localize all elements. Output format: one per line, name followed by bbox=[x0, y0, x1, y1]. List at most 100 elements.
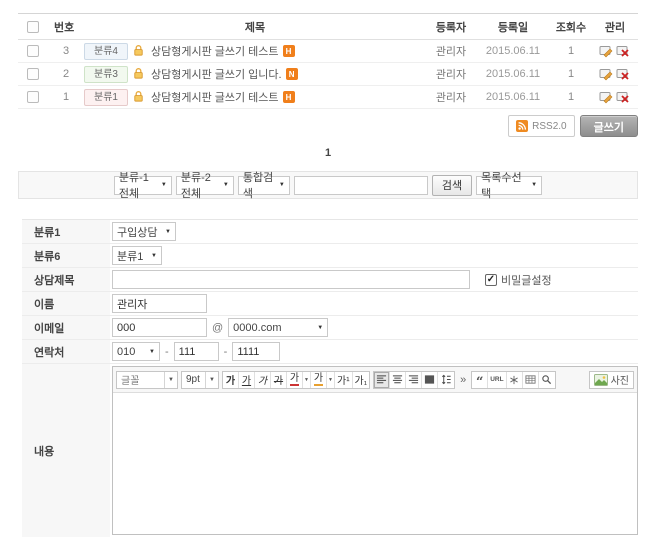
form-row-title: 상담제목 ✓ 비밀글설정 bbox=[22, 268, 638, 292]
align-left-button[interactable] bbox=[374, 372, 390, 388]
line-height-button[interactable] bbox=[438, 372, 454, 388]
header-views: 조회수 bbox=[550, 19, 592, 35]
chevron-down-icon: ▼ bbox=[531, 182, 537, 188]
category1-value: 구입상담 bbox=[117, 224, 157, 240]
category6-select[interactable]: 분류1 ▼ bbox=[112, 246, 162, 265]
list-count-select[interactable]: 목록수선택 ▼ bbox=[476, 176, 542, 195]
row-checkbox[interactable] bbox=[27, 91, 39, 103]
align-justify-button[interactable] bbox=[422, 372, 438, 388]
chevron-down-icon: ▼ bbox=[317, 325, 323, 331]
format-button-group: 가 가 가 가 가 ▼ 가 ▼ 가¹ 가₁ bbox=[222, 371, 370, 389]
rss-button[interactable]: RSS2.0 bbox=[508, 115, 574, 137]
phone-prefix-value: 010 bbox=[117, 346, 135, 358]
name-input[interactable] bbox=[112, 294, 207, 313]
special-char-button[interactable] bbox=[507, 372, 523, 388]
lock-icon bbox=[132, 90, 147, 104]
consult-title-input[interactable] bbox=[112, 270, 470, 289]
table-row: 1 분류1 상담형게시판 글쓰기 테스트 H 관리자 2015.06.11 1 bbox=[18, 86, 638, 109]
select-all-checkbox[interactable] bbox=[27, 21, 39, 33]
url-button[interactable]: URL bbox=[488, 372, 506, 388]
font-color-button[interactable]: 가 bbox=[287, 372, 303, 388]
header-date: 등록일 bbox=[476, 19, 550, 35]
delete-post-icon[interactable] bbox=[616, 44, 631, 58]
asterisk-icon bbox=[509, 375, 519, 385]
filter1-label: 분류-1전체 bbox=[119, 169, 156, 201]
superscript-button[interactable]: 가¹ bbox=[335, 372, 353, 388]
phone-dash: - bbox=[165, 346, 169, 358]
lock-icon bbox=[132, 44, 147, 58]
edit-post-icon[interactable] bbox=[599, 67, 614, 81]
subscript-button[interactable]: 가₁ bbox=[353, 372, 370, 388]
font-family-select[interactable]: 글꼴 ▼ bbox=[116, 371, 178, 389]
category6-value: 분류1 bbox=[117, 248, 143, 264]
chevron-down-icon: ▼ bbox=[205, 372, 218, 388]
editor-content-area[interactable] bbox=[113, 393, 637, 534]
photo-button[interactable]: 사진 bbox=[589, 371, 634, 389]
strikethrough-button[interactable]: 가 bbox=[271, 372, 287, 388]
post-title-link[interactable]: 상담형게시판 글쓰기 테스트 bbox=[151, 43, 279, 59]
phone-prefix-select[interactable]: 010 ▼ bbox=[112, 342, 160, 361]
post-title-link[interactable]: 상담형게시판 글쓰기 입니다. bbox=[151, 66, 282, 82]
table-row: 2 분류3 상담형게시판 글쓰기 입니다. N 관리자 2015.06.11 1 bbox=[18, 63, 638, 86]
underline-button[interactable]: 가 bbox=[239, 372, 255, 388]
post-title-link[interactable]: 상담형게시판 글쓰기 테스트 bbox=[151, 89, 279, 105]
highlight-color-button[interactable]: 가 bbox=[311, 372, 327, 388]
align-button-group bbox=[373, 371, 455, 389]
category-chip[interactable]: 분류3 bbox=[84, 66, 128, 83]
more-tools-button[interactable]: » bbox=[458, 374, 468, 386]
table-row: 3 분류4 상담형게시판 글쓰기 테스트 H 관리자 2015.06.11 1 bbox=[18, 40, 638, 63]
post-number: 1 bbox=[48, 91, 84, 103]
row-checkbox[interactable] bbox=[27, 45, 39, 57]
header-manage: 관리 bbox=[592, 19, 638, 35]
hot-badge-icon: H bbox=[283, 45, 295, 57]
form-row-category1: 분류1 구입상담 ▼ bbox=[22, 220, 638, 244]
align-center-button[interactable] bbox=[390, 372, 406, 388]
search-scope-select[interactable]: 통합검색 ▼ bbox=[238, 176, 290, 195]
font-size-select[interactable]: 9pt ▼ bbox=[181, 371, 219, 389]
search-button[interactable]: 검색 bbox=[432, 175, 472, 196]
bold-button[interactable]: 가 bbox=[223, 372, 239, 388]
table-button[interactable] bbox=[523, 372, 539, 388]
rss-icon bbox=[516, 120, 528, 132]
secret-post-checkbox[interactable]: ✓ bbox=[485, 274, 497, 286]
photo-button-label: 사진 bbox=[611, 372, 629, 387]
write-button[interactable]: 글쓰기 bbox=[580, 115, 638, 137]
phone-mid-input[interactable] bbox=[174, 342, 219, 361]
phone-last-input[interactable] bbox=[232, 342, 280, 361]
email-domain-select[interactable]: 0000.com ▼ bbox=[228, 318, 328, 337]
post-views: 1 bbox=[550, 45, 592, 57]
header-title: 제목 bbox=[84, 19, 426, 35]
name-label: 이름 bbox=[22, 292, 110, 315]
row-checkbox[interactable] bbox=[27, 68, 39, 80]
secret-post-label: 비밀글설정 bbox=[501, 272, 552, 288]
highlight-caret-icon[interactable]: ▼ bbox=[327, 372, 335, 388]
email-id-input[interactable] bbox=[112, 318, 207, 337]
delete-post-icon[interactable] bbox=[616, 67, 631, 81]
blockquote-button[interactable]: “ bbox=[472, 372, 488, 388]
edit-post-icon[interactable] bbox=[599, 90, 614, 104]
font-color-glyph: 가 bbox=[290, 374, 299, 386]
category-chip[interactable]: 분류4 bbox=[84, 43, 128, 60]
edit-post-icon[interactable] bbox=[599, 44, 614, 58]
italic-button[interactable]: 가 bbox=[255, 372, 271, 388]
search-zoom-button[interactable] bbox=[539, 372, 555, 388]
font-color-caret-icon[interactable]: ▼ bbox=[303, 372, 311, 388]
category-chip[interactable]: 분류1 bbox=[84, 89, 128, 106]
chevron-down-icon: ▼ bbox=[161, 182, 167, 188]
search-input[interactable] bbox=[294, 176, 428, 195]
highlight-glyph: 가 bbox=[314, 374, 323, 386]
chevron-down-icon: ▼ bbox=[223, 182, 229, 188]
title-label: 상담제목 bbox=[22, 268, 110, 291]
post-views: 1 bbox=[550, 91, 592, 103]
page-number[interactable]: 1 bbox=[321, 147, 335, 159]
hot-badge-icon: H bbox=[283, 91, 295, 103]
delete-post-icon[interactable] bbox=[616, 90, 631, 104]
list-actions: RSS2.0 글쓰기 bbox=[18, 115, 638, 137]
filter1-select[interactable]: 분류-1전체 ▼ bbox=[114, 176, 172, 195]
filter2-select[interactable]: 분류-2전체 ▼ bbox=[176, 176, 234, 195]
category1-select[interactable]: 구입상담 ▼ bbox=[112, 222, 176, 241]
align-right-button[interactable] bbox=[406, 372, 422, 388]
form-row-phone: 연락처 010 ▼ - - bbox=[22, 340, 638, 364]
post-date: 2015.06.11 bbox=[476, 91, 550, 103]
insert-button-group: “ URL bbox=[471, 371, 555, 389]
